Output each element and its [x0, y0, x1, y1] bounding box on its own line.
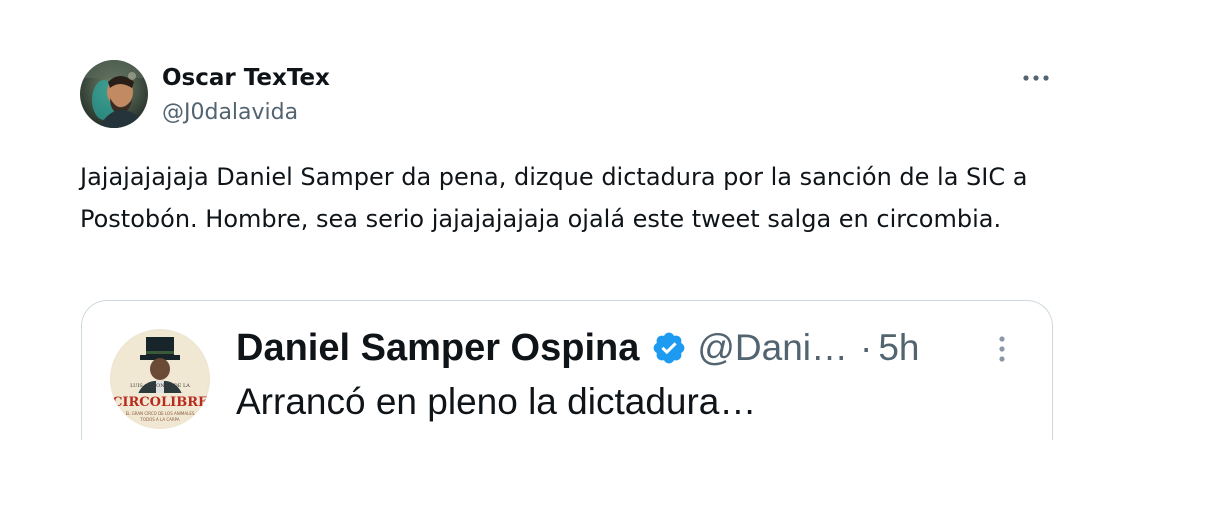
- svg-text:CIRCOLIBRE: CIRCOLIBRE: [112, 395, 208, 410]
- tweet-text: Jajajajajaja Daniel Samper da pena, dizq…: [80, 163, 1028, 233]
- quoted-tweet-card[interactable]: LUIS, ALFONSO DE LA CIRCOLIBRE EL GRAN C…: [81, 300, 1053, 440]
- circo-libre-avatar-icon: LUIS, ALFONSO DE LA CIRCOLIBRE EL GRAN C…: [110, 329, 210, 429]
- svg-text:EL GRAN CIRCO DE LOS ANIMALES: EL GRAN CIRCO DE LOS ANIMALES: [126, 411, 195, 416]
- more-options-button[interactable]: [1016, 64, 1056, 92]
- quoted-more-options-button[interactable]: [987, 331, 1017, 371]
- more-vertical-icon: [999, 336, 1005, 362]
- quoted-author-name[interactable]: Daniel Samper Ospina: [236, 323, 639, 373]
- quoted-timestamp[interactable]: 5h: [878, 327, 919, 369]
- svg-text:TODOS A LA CARPA: TODOS A LA CARPA: [139, 417, 179, 422]
- svg-text:LUIS, ALFONSO DE LA: LUIS, ALFONSO DE LA: [130, 383, 190, 389]
- author-handle[interactable]: @J0dalavida: [162, 99, 298, 127]
- author-display-name[interactable]: Oscar TexTex: [162, 64, 330, 92]
- tweet-card[interactable]: Oscar TexTex @J0dalavida Jajajajajaja Da…: [0, 0, 1205, 515]
- quoted-tweet-text: Arrancó en pleno la dictadura…: [236, 381, 757, 422]
- author-avatar[interactable]: [80, 60, 148, 128]
- verified-badge-icon: [651, 330, 687, 366]
- quoted-author-avatar[interactable]: LUIS, ALFONSO DE LA CIRCOLIBRE EL GRAN C…: [110, 329, 210, 429]
- quoted-author-handle[interactable]: @Dani…: [697, 327, 848, 369]
- separator-dot: ·: [860, 327, 873, 368]
- quoted-tweet-header: Daniel Samper Ospina @Dani… · 5h: [236, 323, 920, 373]
- more-horizontal-icon: [1023, 75, 1049, 81]
- profile-photo-avatar-icon: [80, 60, 148, 128]
